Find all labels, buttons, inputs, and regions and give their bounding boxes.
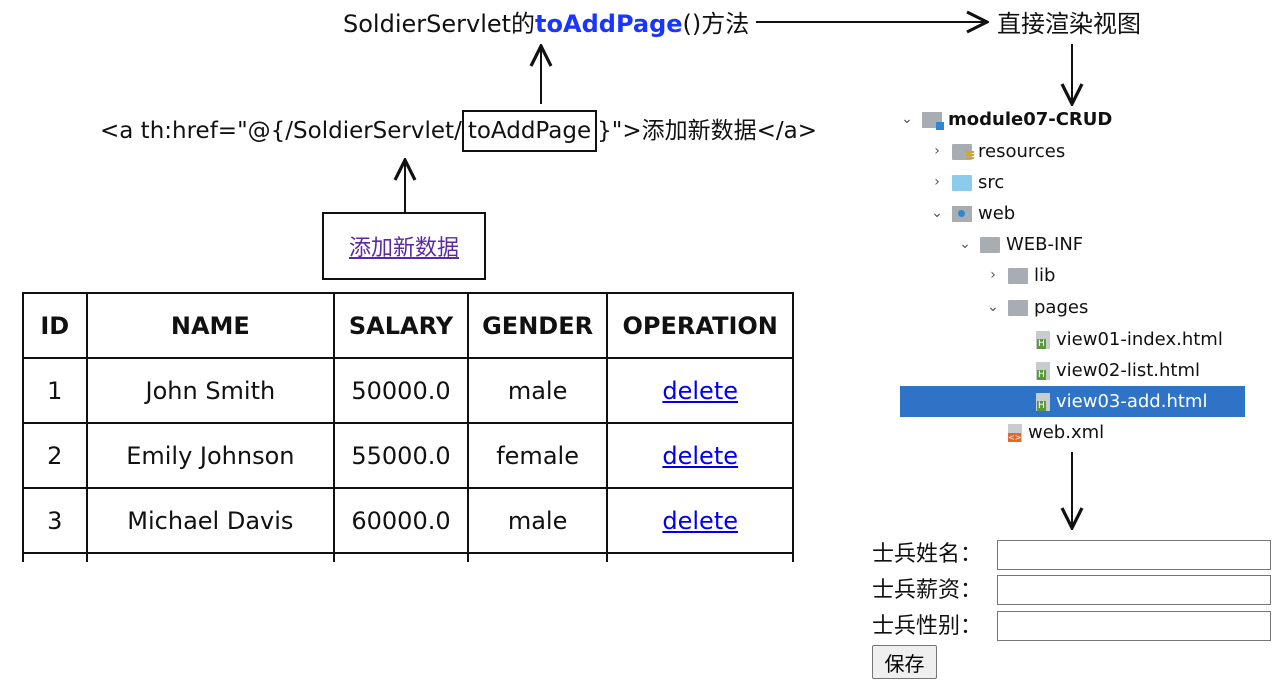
tree-item-label: view02-list.html — [1056, 360, 1201, 381]
chevron-right-icon[interactable]: › — [986, 260, 1000, 291]
cell-operation: delete — [606, 422, 794, 489]
header-name: NAME — [85, 292, 336, 359]
chevron-down-icon[interactable]: ⌄ — [930, 198, 944, 229]
folder-icon — [1008, 267, 1028, 284]
add-link-box: 添加新数据 — [322, 212, 486, 280]
tree-item-web-inf[interactable]: ⌄ WEB-INF — [958, 229, 1083, 260]
cell-gender: male — [466, 357, 609, 424]
tree-item-label: pages — [1034, 297, 1089, 318]
method-prefix: SoldierServlet的 — [343, 10, 536, 38]
table-row: 3 Michael Davis 60000.0 male delete — [22, 487, 794, 554]
tree-item-view03-selected[interactable]: view03-add.html — [900, 386, 1245, 417]
cell-id: 3 — [22, 487, 88, 554]
tree-item-web-xml[interactable]: web.xml — [1000, 417, 1104, 448]
table-row: 1 John Smith 50000.0 male delete — [22, 357, 794, 424]
html-file-icon — [1036, 392, 1050, 411]
cell-salary: 60000.0 — [333, 487, 469, 554]
cell-operation: delete — [606, 357, 794, 424]
cell-operation: delete — [606, 487, 794, 554]
soldier-name-input[interactable] — [997, 540, 1271, 570]
delete-link[interactable]: delete — [662, 442, 738, 470]
html-file-icon — [1036, 330, 1050, 349]
chevron-down-icon[interactable]: ⌄ — [900, 104, 914, 135]
chevron-down-icon[interactable]: ⌄ — [958, 229, 972, 260]
cell-name: Michael Davis — [85, 487, 336, 554]
header-id: ID — [22, 292, 88, 359]
module-icon — [922, 111, 944, 130]
table-row — [22, 552, 794, 562]
header-operation: OPERATION — [606, 292, 794, 359]
header-gender: GENDER — [466, 292, 609, 359]
chevron-down-icon[interactable]: ⌄ — [986, 292, 1000, 323]
tree-item-label: web — [978, 203, 1016, 224]
soldier-table-viewport: ID NAME SALARY GENDER OPERATION 1 John S… — [22, 292, 794, 562]
chevron-right-icon[interactable]: › — [930, 167, 944, 198]
tree-item-view02[interactable]: view02-list.html — [1028, 355, 1200, 386]
web-folder-icon — [952, 205, 972, 222]
cell-gender: male — [466, 487, 609, 554]
soldier-gender-label: 士兵性别： — [872, 614, 983, 639]
tree-item-label: view03-add.html — [1056, 391, 1208, 412]
anchor-code-before: <a th:href="@{/SoldierServlet/ — [100, 118, 462, 144]
save-button[interactable]: 保存 — [872, 645, 937, 679]
html-file-icon — [1036, 361, 1050, 380]
tree-item-web[interactable]: ⌄ web — [930, 198, 1015, 229]
tree-item-resources[interactable]: › resources — [930, 136, 1065, 167]
tree-item-label: view01-index.html — [1056, 329, 1223, 350]
soldier-table: ID NAME SALARY GENDER OPERATION 1 John S… — [22, 292, 794, 562]
soldier-name-label: 士兵姓名： — [872, 542, 983, 567]
delete-link[interactable]: delete — [662, 507, 738, 535]
method-name: toAddPage — [535, 10, 683, 38]
cell-name: Emily Johnson — [85, 422, 336, 489]
cell-id: 2 — [22, 422, 88, 489]
soldier-salary-input[interactable] — [997, 575, 1271, 605]
delete-link[interactable]: delete — [662, 377, 738, 405]
tree-item-label: web.xml — [1028, 422, 1105, 443]
tree-item-src[interactable]: › src — [930, 167, 1004, 198]
tree-item-label: lib — [1034, 265, 1056, 286]
folder-icon — [980, 236, 1000, 253]
cell-gender: female — [466, 422, 609, 489]
tree-item-label: src — [978, 172, 1005, 193]
cell-salary: 50000.0 — [333, 357, 469, 424]
tree-item-label: WEB-INF — [1006, 234, 1084, 255]
soldier-salary-label: 士兵薪资： — [872, 578, 983, 603]
chevron-right-icon[interactable]: › — [930, 136, 944, 167]
folder-icon — [1008, 299, 1028, 316]
header-salary: SALARY — [333, 292, 469, 359]
anchor-code-boxed-path: toAddPage — [461, 110, 598, 152]
method-caption: SoldierServlet的toAddPage()方法 — [343, 6, 749, 42]
tree-item-pages[interactable]: ⌄ pages — [986, 292, 1088, 323]
anchor-code-snippet: <a th:href="@{/SoldierServlet/ toAddPage… — [100, 110, 817, 152]
tree-item-view01[interactable]: view01-index.html — [1028, 324, 1223, 355]
table-header-row: ID NAME SALARY GENDER OPERATION — [22, 292, 794, 359]
tree-item-module[interactable]: ⌄ module07-CRUD — [900, 104, 1112, 135]
source-folder-icon — [952, 174, 972, 191]
add-new-data-link[interactable]: 添加新数据 — [349, 230, 459, 262]
render-view-caption: 直接渲染视图 — [997, 10, 1141, 38]
cell-name: John Smith — [85, 357, 336, 424]
xml-file-icon — [1008, 423, 1022, 442]
soldier-gender-input[interactable] — [997, 611, 1271, 641]
anchor-code-after: }">添加新数据</a> — [597, 118, 817, 144]
tree-item-lib[interactable]: › lib — [986, 260, 1055, 291]
cell-id: 1 — [22, 357, 88, 424]
cell-salary: 55000.0 — [333, 422, 469, 489]
tree-item-label: module07-CRUD — [948, 109, 1113, 130]
tree-item-label: resources — [978, 141, 1066, 162]
table-row: 2 Emily Johnson 55000.0 female delete — [22, 422, 794, 489]
method-suffix: ()方法 — [682, 10, 750, 38]
resources-folder-icon — [952, 143, 974, 160]
